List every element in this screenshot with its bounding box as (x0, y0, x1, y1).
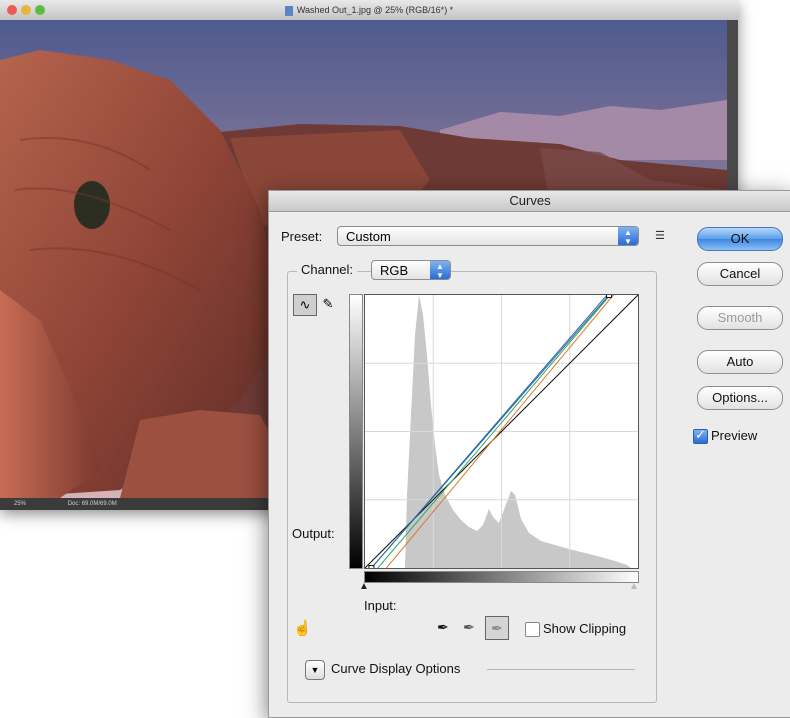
cancel-button[interactable]: Cancel (697, 262, 783, 286)
section-divider (487, 669, 635, 670)
ok-button[interactable]: OK (697, 227, 783, 251)
preview-label: Preview (711, 428, 758, 443)
show-clipping-label: Show Clipping (543, 621, 627, 636)
preview-checkbox[interactable]: ✓ (693, 427, 708, 444)
black-input-slider-icon[interactable]: ▲ (359, 581, 369, 592)
black-point-handle[interactable] (368, 565, 375, 571)
minimize-window-button[interactable] (21, 5, 31, 15)
gray-eyedropper-icon[interactable]: ✒ (463, 619, 475, 636)
updown-arrows-icon: ▲ ▼ (430, 261, 450, 280)
white-point-handle[interactable] (606, 292, 613, 298)
dialog-title: Curves (269, 191, 790, 212)
black-eyedropper-icon[interactable]: ✒ (437, 619, 449, 636)
input-gradient-bar (364, 571, 639, 583)
photo-titlebar: Washed Out_1.jpg @ 25% (RGB/16*) * (0, 0, 738, 21)
channel-dropdown[interactable]: RGB ▲ ▼ (371, 260, 451, 280)
white-eyedropper-icon[interactable]: ✒ (485, 616, 509, 640)
disclosure-triangle-icon[interactable]: ▼ (305, 660, 325, 680)
smooth-button[interactable]: Smooth (697, 306, 783, 330)
pencil-tool-icon[interactable]: ✎ (317, 294, 339, 314)
output-label: Output: (292, 526, 335, 541)
curves-graph[interactable] (364, 292, 639, 571)
close-window-button[interactable] (7, 5, 17, 15)
preset-value: Custom (346, 229, 391, 244)
checkmark-icon: ✓ (695, 427, 706, 442)
updown-arrows-icon: ▲ ▼ (618, 227, 638, 246)
document-icon (284, 5, 293, 16)
white-input-slider-icon[interactable]: ▲ (629, 581, 639, 592)
doc-size: Doc: 69.0M/69.0M (67, 501, 117, 507)
preset-label: Preset: (281, 229, 323, 244)
curve-edit-tool-icon[interactable]: ∿ (293, 294, 317, 316)
photo-window-title: Washed Out_1.jpg @ 25% (RGB/16*) * (296, 5, 454, 15)
options-button[interactable]: Options... (697, 386, 783, 410)
zoom-level: 25% (14, 501, 27, 507)
preset-options-icon[interactable]: ☰ (655, 229, 665, 242)
curves-dialog: Curves Preset: Custom ▲ ▼ ☰ OK Cancel Smo… (268, 190, 790, 718)
zoom-window-button[interactable] (35, 5, 45, 15)
curves-plot (364, 292, 639, 571)
channel-label: Channel: (297, 262, 358, 277)
curve-display-options-label: Curve Display Options (331, 661, 461, 676)
preset-dropdown[interactable]: Custom ▲ ▼ (337, 226, 639, 246)
auto-button[interactable]: Auto (697, 350, 783, 374)
channel-value: RGB (380, 263, 409, 278)
hand-adjust-icon[interactable]: ☝ (293, 619, 312, 637)
output-gradient-bar (349, 294, 363, 569)
input-label: Input: (364, 598, 397, 613)
show-clipping-checkbox[interactable] (525, 622, 540, 637)
